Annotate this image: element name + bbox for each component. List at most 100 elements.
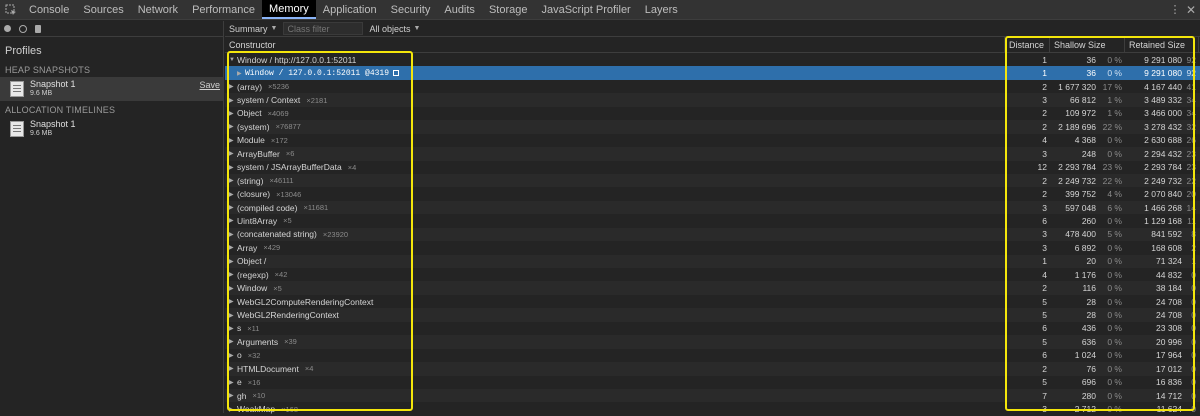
expand-right-icon[interactable]: ▶ xyxy=(229,379,237,386)
tab-javascript-profiler[interactable]: JavaScript Profiler xyxy=(534,0,637,19)
table-row[interactable]: ▶ (system) ×76877 2 2 189 696 22 % 3 278 432 32 xyxy=(225,120,1200,134)
shallow-size-header[interactable]: Shallow Size xyxy=(1050,37,1125,52)
expand-right-icon[interactable]: ▶ xyxy=(229,352,237,359)
expand-right-icon[interactable]: ▶ xyxy=(229,97,237,104)
tab-security[interactable]: Security xyxy=(384,0,438,19)
distance-cell: 6 xyxy=(1042,350,1047,361)
expand-right-icon[interactable]: ▶ xyxy=(229,325,237,332)
expand-right-icon[interactable]: ▶ xyxy=(229,150,237,157)
save-link[interactable]: Save xyxy=(199,80,220,90)
table-row[interactable]: ▶ Array ×429 3 6 892 0 % 168 608 2 xyxy=(225,241,1200,254)
tab-performance[interactable]: Performance xyxy=(185,0,262,19)
expand-right-icon[interactable]: ▶ xyxy=(229,258,237,265)
expand-right-icon[interactable]: ▶ xyxy=(229,365,237,372)
expand-right-icon[interactable]: ▶ xyxy=(229,164,237,171)
table-row[interactable]: ▶ (concatenated string) ×23920 3 478 400 5 % 8… xyxy=(225,227,1200,242)
table-row[interactable]: ▶ (string) ×46111 2 2 249 732 22 % 2 249 732 22 xyxy=(225,173,1200,188)
expand-right-icon[interactable]: ▶ xyxy=(229,191,237,198)
expand-right-icon[interactable]: ▶ xyxy=(229,338,237,345)
distance-header[interactable]: Distance xyxy=(1005,37,1050,52)
expand-right-icon[interactable]: ▶ xyxy=(229,83,237,90)
retained-size-percent: 1 xyxy=(1191,256,1196,267)
expand-right-icon[interactable]: ▶ xyxy=(229,392,237,399)
record-icon[interactable] xyxy=(4,25,11,32)
table-row[interactable]: ▶ Window ×5 2 116 0 % 38 184 0 xyxy=(225,281,1200,295)
retained-size-value: 4 167 440 xyxy=(1144,81,1182,92)
table-row[interactable]: ▶ Arguments ×39 5 636 0 % 20 996 0 xyxy=(225,335,1200,349)
table-row[interactable]: ▶ (array) ×5236 2 1 677 320 17 % 4 167 440 41 xyxy=(225,80,1200,93)
close-icon[interactable]: ✕ xyxy=(1182,0,1200,19)
shallow-size-percent: 0 % xyxy=(1107,269,1122,280)
distance-cell: 2 xyxy=(1042,363,1047,374)
expand-right-icon[interactable]: ▶ xyxy=(229,271,237,278)
table-row[interactable]: ▶ Object / 1 20 0 % 71 324 1 xyxy=(225,254,1200,268)
constructor-cell: ▶ system / Context ×2181 xyxy=(225,95,1005,105)
tab-console[interactable]: Console xyxy=(22,0,76,19)
view-select[interactable]: Summary ▼ xyxy=(229,24,277,34)
tab-memory[interactable]: Memory xyxy=(262,0,316,19)
retained-size-value: 841 592 xyxy=(1151,229,1182,240)
tab-application[interactable]: Application xyxy=(316,0,384,19)
table-row[interactable]: ▶ (regexp) ×42 4 1 176 0 % 44 832 0 xyxy=(225,268,1200,281)
expand-right-icon[interactable]: ▶ xyxy=(229,110,237,117)
expand-right-icon[interactable]: ▶ xyxy=(229,244,237,251)
allocation-snapshot-item[interactable]: Snapshot 1 9.6 MB xyxy=(0,117,223,141)
instance-count: ×76877 xyxy=(275,122,301,132)
reveal-square-icon[interactable] xyxy=(393,70,400,77)
table-row[interactable]: ▶ e ×16 5 696 0 % 16 836 0 xyxy=(225,376,1200,389)
shallow-size-cell: 436 0 % xyxy=(1050,323,1125,333)
table-row[interactable]: ▶ system / JSArrayBufferData ×4 12 2 293 784… xyxy=(225,161,1200,174)
table-row[interactable]: ▶ (closure) ×13046 2 399 752 4 % 2 070 840 20 xyxy=(225,187,1200,200)
table-row[interactable]: ▶ WebGL2ComputeRenderingContext 5 28 0 % 24 7… xyxy=(225,295,1200,308)
table-row[interactable]: ▶ HTMLDocument ×4 2 76 0 % 17 012 0 xyxy=(225,362,1200,376)
retained-size-header[interactable]: Retained Size xyxy=(1125,37,1199,52)
table-row[interactable]: ▶ ArrayBuffer ×6 3 248 0 % 2 294 432 23 xyxy=(225,147,1200,161)
retained-size-value: 71 324 xyxy=(1156,256,1182,267)
objects-select-label: All objects xyxy=(369,23,411,34)
table-row[interactable]: ▶ WebGL2RenderingContext 5 28 0 % 24 708 0 xyxy=(225,308,1200,322)
expand-right-icon[interactable]: ▶ xyxy=(229,217,237,224)
constructor-header[interactable]: Constructor xyxy=(225,37,1005,52)
tab-layers[interactable]: Layers xyxy=(638,0,685,19)
table-row[interactable]: ▶ Module ×172 4 4 368 0 % 2 630 688 26 xyxy=(225,134,1200,147)
table-row[interactable]: ▶ o ×32 6 1 024 0 % 17 964 0 xyxy=(225,349,1200,362)
objects-select[interactable]: All objects ▼ xyxy=(369,24,420,34)
expand-right-icon[interactable]: ▶ xyxy=(229,177,237,184)
table-row[interactable]: ▶ Object ×4069 2 109 972 1 % 3 466 000 34 xyxy=(225,107,1200,120)
trash-icon[interactable] xyxy=(35,24,41,33)
shallow-size-value: 478 400 xyxy=(1065,229,1096,240)
expand-right-icon[interactable]: ▶ xyxy=(229,312,237,319)
expand-right-icon[interactable]: ▶ xyxy=(229,406,237,413)
inspect-element-icon[interactable] xyxy=(0,0,22,19)
tab-storage[interactable]: Storage xyxy=(482,0,535,19)
table-row[interactable]: ▶ gh ×10 7 280 0 % 14 712 0 xyxy=(225,388,1200,403)
table-row[interactable]: ▶ system / Context ×2181 3 66 812 1 % 3 489 33… xyxy=(225,93,1200,107)
tab-audits[interactable]: Audits xyxy=(437,0,482,19)
more-options-icon[interactable]: ⋮ xyxy=(1168,0,1182,19)
table-row[interactable]: ▶ s ×11 6 436 0 % 23 308 0 xyxy=(225,322,1200,335)
table-row[interactable]: ▶ Uint8Array ×5 6 260 0 % 1 129 168 11 xyxy=(225,214,1200,227)
class-filter-input[interactable] xyxy=(283,22,364,35)
table-row[interactable]: ▶ WeakMap ×168 3 2 712 0 % 11 624 0 xyxy=(225,402,1200,415)
constructor-name: (concatenated string) xyxy=(237,229,317,240)
table-row[interactable]: ▶ (compiled code) ×11681 3 597 048 6 % 1 466 2… xyxy=(225,200,1200,215)
expand-right-icon[interactable]: ▶ xyxy=(229,123,237,130)
expand-right-icon[interactable]: ▶ xyxy=(237,70,245,77)
table-row[interactable]: ▼ Window / http://127.0.0.1:52011 1 36 0 % 9 … xyxy=(225,53,1200,66)
tab-sources[interactable]: Sources xyxy=(76,0,130,19)
distance-cell: 4 xyxy=(1042,269,1047,280)
heap-snapshot-item[interactable]: Snapshot 1 9.6 MB Save xyxy=(0,77,223,101)
clear-icon[interactable] xyxy=(19,24,27,33)
expand-right-icon[interactable]: ▶ xyxy=(229,204,237,211)
table-row[interactable]: ▶ Window / 127.0.0.1:52011 @4319 1 36 0 % 9 2… xyxy=(225,66,1200,80)
expand-down-icon[interactable]: ▼ xyxy=(229,57,237,63)
constructor-cell: ▶ (regexp) ×42 xyxy=(225,270,1005,280)
shallow-size-cell: 1 024 0 % xyxy=(1050,350,1125,360)
retained-size-percent: 0 xyxy=(1191,336,1196,347)
tab-network[interactable]: Network xyxy=(131,0,185,19)
shallow-size-cell: 6 892 0 % xyxy=(1050,243,1125,253)
expand-right-icon[interactable]: ▶ xyxy=(229,231,237,238)
expand-right-icon[interactable]: ▶ xyxy=(229,285,237,292)
expand-right-icon[interactable]: ▶ xyxy=(229,298,237,305)
expand-right-icon[interactable]: ▶ xyxy=(229,137,237,144)
